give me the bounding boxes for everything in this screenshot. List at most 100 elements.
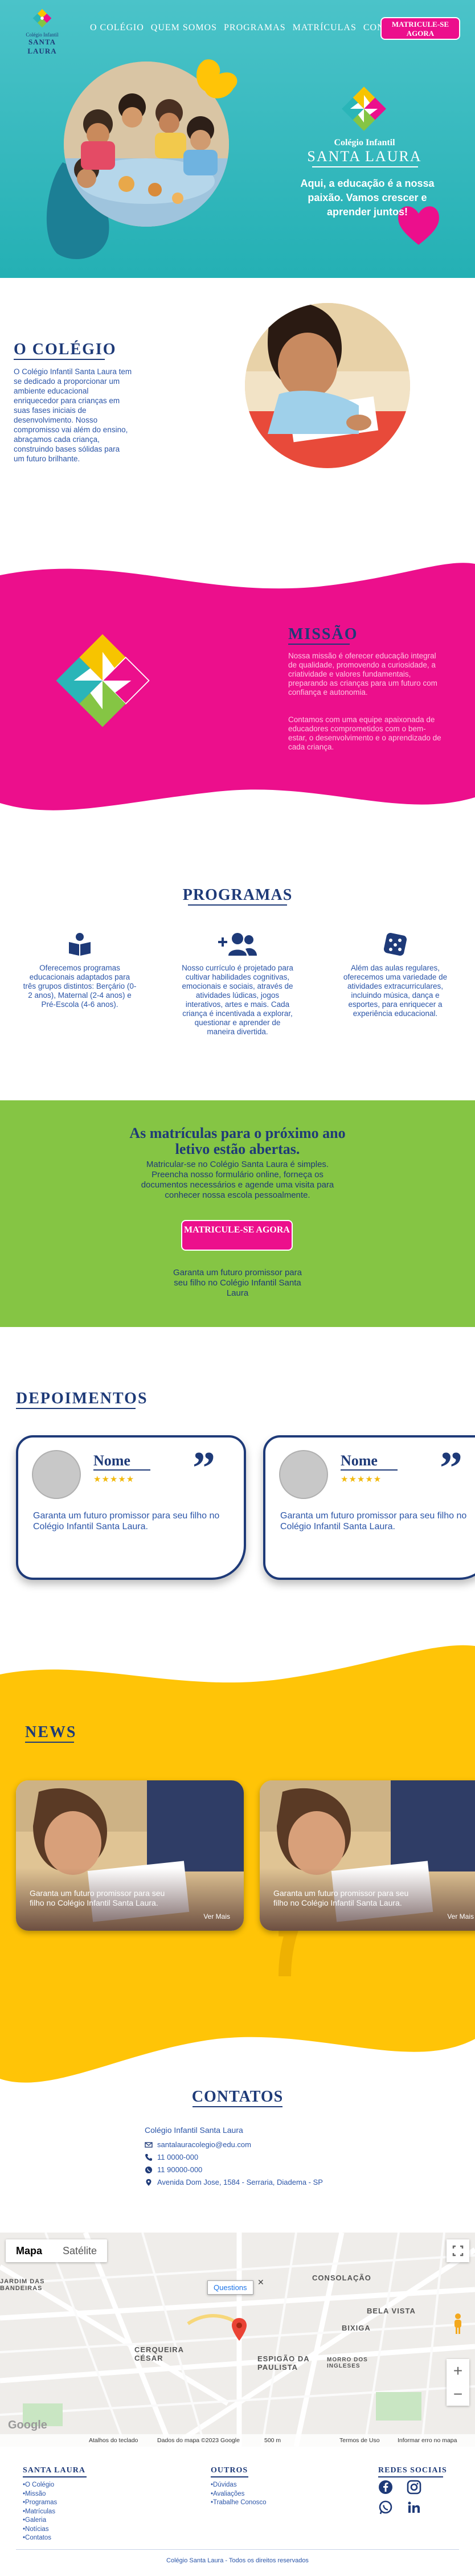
location-pin-icon xyxy=(146,2178,151,2186)
programa-text-1: Oferecemos programas educacionais adapta… xyxy=(23,964,137,1009)
footer-link[interactable]: O Colégio xyxy=(23,2481,57,2490)
envelope-icon xyxy=(145,2141,153,2148)
news-card[interactable]: Garanta um futuro promissor para seu fil… xyxy=(260,1780,475,1931)
hero-section: Colégio Infantil SANTA LAURA O COLÉGIO Q… xyxy=(0,0,475,278)
map-place-name: BIXIGA xyxy=(342,2324,371,2332)
whatsapp-icon xyxy=(145,2166,152,2173)
kite-logo-icon xyxy=(56,634,150,727)
programa-text-2: Nosso currículo é projetado para cultiva… xyxy=(182,964,293,1036)
social-links xyxy=(378,2480,429,2515)
main-nav: O COLÉGIO QUEM SOMOS PROGRAMAS MATRÍCULA… xyxy=(90,23,409,33)
footer-link[interactable]: Dúvidas xyxy=(211,2481,267,2490)
whatsapp-icon[interactable] xyxy=(378,2500,393,2515)
contact-email[interactable]: santalauracolegio@edu.com xyxy=(157,2140,251,2149)
programa-card-2: Nosso currículo é projetado para cultiva… xyxy=(181,932,294,1037)
kite-logo-icon xyxy=(32,9,52,28)
news-read-more-link[interactable]: Ver Mais xyxy=(447,1912,474,1920)
colegio-child-drawing-photo xyxy=(245,303,410,468)
fullscreen-icon xyxy=(452,2245,464,2256)
footer-col1-list: O Colégio Missão Programas Matrículas Ga… xyxy=(23,2481,57,2543)
footer-col2-title: OUTROS xyxy=(211,2466,248,2475)
programa-card-1: Oferecemos programas educacionais adapta… xyxy=(23,932,137,1009)
matriculas-title: As matrículas para o próximo ano letivo … xyxy=(129,1125,346,1157)
contact-address-row[interactable]: Avenida Dom Jose, 1584 - Serraria, Diade… xyxy=(145,2178,323,2186)
news-read-more-link[interactable]: Ver Mais xyxy=(203,1912,230,1920)
rating-stars: ★★★★★ xyxy=(341,1474,382,1484)
matriculas-text: Matricular-se no Colégio Santa Laura é s… xyxy=(141,1160,334,1200)
matriculas-footer-text: Garanta um futuro promissor para seu fil… xyxy=(173,1268,302,1298)
quote-icon: ” xyxy=(193,1443,215,1493)
footer-col1-title: SANTA LAURA xyxy=(23,2466,85,2475)
nav-enroll-button[interactable]: MATRICULE-SE AGORA xyxy=(380,17,460,40)
matriculas-enroll-button[interactable]: MATRICULE-SE AGORA xyxy=(181,1220,293,1251)
contact-phone[interactable]: 11 0000-000 xyxy=(157,2153,198,2161)
instagram-icon[interactable] xyxy=(407,2480,421,2495)
divider xyxy=(16,2549,459,2550)
footer-link[interactable]: Notícias xyxy=(23,2525,57,2534)
map-tab-satellite[interactable]: Satélite xyxy=(52,2239,107,2262)
testimonial-name: Nome xyxy=(93,1452,130,1469)
title-underline xyxy=(378,2476,443,2477)
contatos-title: CONTATOS xyxy=(191,2088,284,2106)
map-terms-link[interactable]: Termos de Uso xyxy=(339,2437,380,2444)
zoom-out-button[interactable]: − xyxy=(447,2382,469,2406)
footer-link[interactable]: Missão xyxy=(23,2490,57,2499)
copyright-text: Colégio Santa Laura - Todos os direitos … xyxy=(166,2557,309,2564)
missao-title: MISSÃO xyxy=(288,625,358,643)
testimonial-card: Nome ★★★★★ ” Garanta um futuro promissor… xyxy=(16,1435,246,1580)
map-type-tabs: Mapa Satélite xyxy=(6,2239,108,2262)
contact-phone-row[interactable]: 11 0000-000 xyxy=(145,2153,198,2161)
testimonial-card: Nome ★★★★★ ” Garanta um futuro promissor… xyxy=(263,1435,475,1580)
map-footer: Atalhos do teclado Dados do mapa ©2023 G… xyxy=(0,2434,475,2447)
google-map[interactable]: Mapa Satélite + − Questions ✕ CONSOLAÇÃO… xyxy=(0,2233,475,2447)
map-data-credit: Dados do mapa ©2023 Google xyxy=(157,2437,240,2444)
map-place-label[interactable]: Questions xyxy=(207,2280,253,2295)
hero-school-name-line-1: Colégio Infantil xyxy=(334,138,395,148)
linkedin-icon[interactable] xyxy=(407,2500,421,2515)
title-underline xyxy=(288,644,350,645)
map-place-name: JARDIM DAS BANDEIRAS xyxy=(0,2278,45,2292)
nav-item-matriculas[interactable]: MATRÍCULAS xyxy=(293,23,357,33)
title-underline xyxy=(188,904,287,906)
rating-stars: ★★★★★ xyxy=(93,1474,135,1484)
divider xyxy=(312,166,418,167)
map-tab-map[interactable]: Mapa xyxy=(6,2239,52,2262)
map-report-error-link[interactable]: Informar erro no mapa xyxy=(398,2437,457,2444)
book-reader-icon xyxy=(69,933,91,956)
street-view-pegman-icon[interactable] xyxy=(451,2312,465,2335)
close-icon[interactable]: ✕ xyxy=(257,2278,264,2287)
contact-email-row[interactable]: santalauracolegio@edu.com xyxy=(145,2140,251,2149)
nav-item-programas[interactable]: PROGRAMAS xyxy=(224,23,286,33)
map-keyboard-shortcuts[interactable]: Atalhos do teclado xyxy=(89,2437,138,2444)
footer-col3-title: REDES SOCIAIS xyxy=(378,2466,447,2475)
footer-link[interactable]: Programas xyxy=(23,2499,57,2508)
testimonial-text: Garanta um futuro promissor para seu fil… xyxy=(280,1511,467,1531)
name-underline xyxy=(341,1469,398,1471)
map-place-name: CONSOLAÇÃO xyxy=(312,2274,371,2282)
colegio-title: O COLÉGIO xyxy=(14,341,117,358)
user-plus-icon xyxy=(218,933,257,956)
programa-card-3: Além das aulas regulares, oferecemos uma… xyxy=(338,932,452,1018)
title-underline xyxy=(193,2106,282,2107)
nav-item-colegio[interactable]: O COLÉGIO xyxy=(90,23,144,33)
hero-school-name-line-2: SANTA LAURA xyxy=(307,148,422,165)
footer-link[interactable]: Matrículas xyxy=(23,2508,57,2517)
logo[interactable]: Colégio Infantil SANTA LAURA xyxy=(14,8,71,55)
facebook-icon[interactable] xyxy=(378,2480,393,2495)
contact-address[interactable]: Avenida Dom Jose, 1584 - Serraria, Diade… xyxy=(157,2178,323,2186)
contact-school-name: Colégio Infantil Santa Laura xyxy=(145,2125,243,2135)
footer-link[interactable]: Avaliações xyxy=(211,2490,267,2499)
programa-text-3: Além das aulas regulares, oferecemos uma… xyxy=(343,964,448,1018)
contact-whatsapp-row[interactable]: 11 90000-000 xyxy=(145,2165,202,2174)
map-marker-icon[interactable] xyxy=(231,2318,247,2341)
news-card[interactable]: Garanta um futuro promissor para seu fil… xyxy=(16,1780,244,1931)
fullscreen-button[interactable] xyxy=(447,2239,469,2262)
nav-item-quem-somos[interactable]: QUEM SOMOS xyxy=(151,23,217,33)
footer-link[interactable]: Galeria xyxy=(23,2516,57,2525)
footer-link[interactable]: Trabalhe Conosco xyxy=(211,2499,267,2508)
footer-link[interactable]: Contatos xyxy=(23,2534,57,2543)
contact-whatsapp[interactable]: 11 90000-000 xyxy=(157,2165,202,2174)
zoom-in-button[interactable]: + xyxy=(447,2359,469,2382)
colegio-text: O Colégio Infantil Santa Laura tem se de… xyxy=(14,367,132,463)
map-place-name: BELA VISTA xyxy=(367,2307,416,2315)
